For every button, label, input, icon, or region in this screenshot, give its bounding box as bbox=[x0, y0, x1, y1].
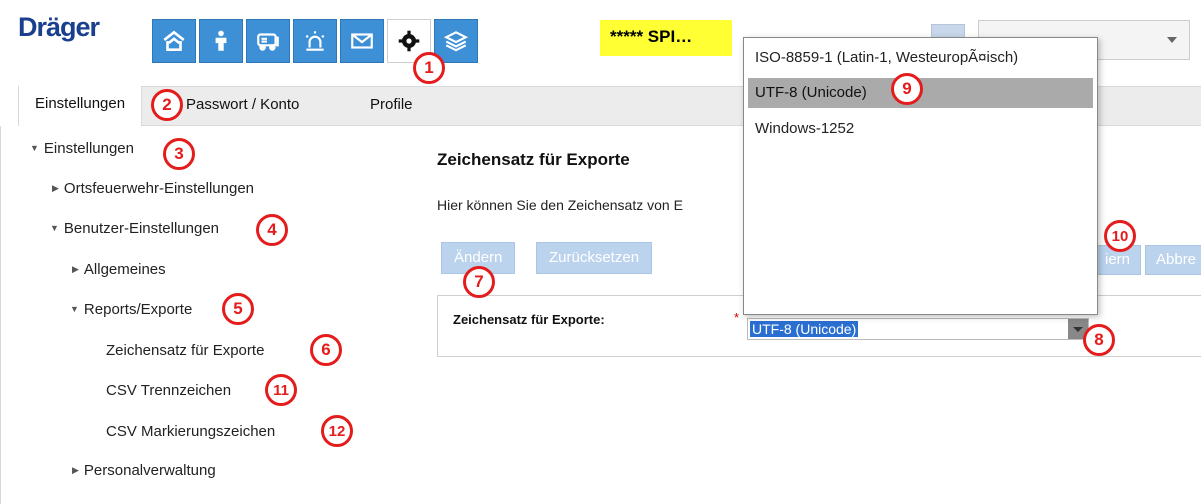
expanded-triangle-icon: ▼ bbox=[50, 223, 59, 233]
tree-item-zeichensatz[interactable]: Zeichensatz für Exporte bbox=[106, 342, 264, 359]
annotation-marker-12: 12 bbox=[321, 415, 353, 447]
tree-item-personalverwaltung[interactable]: ▶ Personalverwaltung bbox=[72, 462, 216, 479]
home-icon[interactable] bbox=[152, 19, 196, 63]
required-marker: * bbox=[734, 310, 740, 325]
tab-profile[interactable]: Profile bbox=[370, 96, 413, 113]
tree-item-reports[interactable]: ▼ Reports/Exporte bbox=[70, 301, 192, 318]
annotation-marker-3: 3 bbox=[163, 138, 195, 170]
annotation-marker-4: 4 bbox=[256, 214, 288, 246]
tab-passwort-konto[interactable]: Passwort / Konto bbox=[186, 96, 299, 113]
annotation-marker-2: 2 bbox=[151, 89, 183, 121]
mail-icon[interactable] bbox=[340, 19, 384, 63]
cancel-button[interactable]: Abbre bbox=[1145, 245, 1201, 275]
annotation-marker-9: 9 bbox=[891, 73, 923, 105]
collapsed-triangle-icon: ▶ bbox=[52, 183, 59, 193]
person-icon[interactable] bbox=[199, 19, 243, 63]
charset-select[interactable]: UTF-8 (Unicode) bbox=[747, 318, 1089, 340]
field-label: Zeichensatz für Exporte: bbox=[453, 312, 605, 327]
tree-item-csv-trennzeichen[interactable]: CSV Trennzeichen bbox=[106, 382, 231, 399]
dropdown-option-windows-1252[interactable]: Windows-1252 bbox=[748, 114, 1093, 144]
tree-item-ortsfeuerwehr[interactable]: ▶ Ortsfeuerwehr-Einstellungen bbox=[52, 180, 254, 197]
annotation-marker-6: 6 bbox=[310, 334, 342, 366]
annotation-marker-5: 5 bbox=[222, 293, 254, 325]
tree-item-csv-markierungszeichen[interactable]: CSV Markierungszeichen bbox=[106, 423, 275, 440]
annotation-marker-11: 11 bbox=[265, 374, 297, 406]
tree-item-allgemeines[interactable]: ▶ Allgemeines bbox=[72, 261, 166, 278]
expanded-triangle-icon: ▼ bbox=[30, 143, 39, 153]
tree-item-benutzer[interactable]: ▼ Benutzer-Einstellungen bbox=[50, 220, 219, 237]
tree-item-einstellungen[interactable]: ▼ Einstellungen bbox=[30, 140, 134, 157]
expanded-triangle-icon: ▼ bbox=[70, 304, 79, 314]
collapsed-triangle-icon: ▶ bbox=[72, 465, 79, 475]
page-title: Zeichensatz für Exporte bbox=[437, 150, 630, 169]
annotation-marker-7: 7 bbox=[463, 266, 495, 298]
dropdown-option-iso-8859-1[interactable]: ISO-8859-1 (Latin-1, WesteuropÃ¤isch) bbox=[748, 43, 1093, 73]
alarm-icon[interactable] bbox=[293, 19, 337, 63]
tab-einstellungen[interactable]: Einstellungen bbox=[18, 86, 143, 126]
annotation-marker-1: 1 bbox=[413, 52, 445, 84]
page-description: Hier können Sie den Zeichensatz von E bbox=[437, 197, 683, 213]
draeger-logo: Dräger bbox=[18, 12, 100, 42]
annotation-marker-10: 10 bbox=[1104, 220, 1136, 252]
user-badge[interactable]: ***** SPI… bbox=[600, 20, 732, 56]
charset-dropdown-list: ISO-8859-1 (Latin-1, WesteuropÃ¤isch) UT… bbox=[743, 37, 1098, 315]
charset-select-value: UTF-8 (Unicode) bbox=[750, 321, 859, 337]
collapsed-triangle-icon: ▶ bbox=[72, 264, 79, 274]
chevron-down-icon bbox=[1167, 37, 1177, 43]
annotation-marker-8: 8 bbox=[1083, 324, 1115, 356]
reset-button[interactable]: Zurücksetzen bbox=[536, 242, 653, 274]
vehicle-icon[interactable] bbox=[246, 19, 290, 63]
